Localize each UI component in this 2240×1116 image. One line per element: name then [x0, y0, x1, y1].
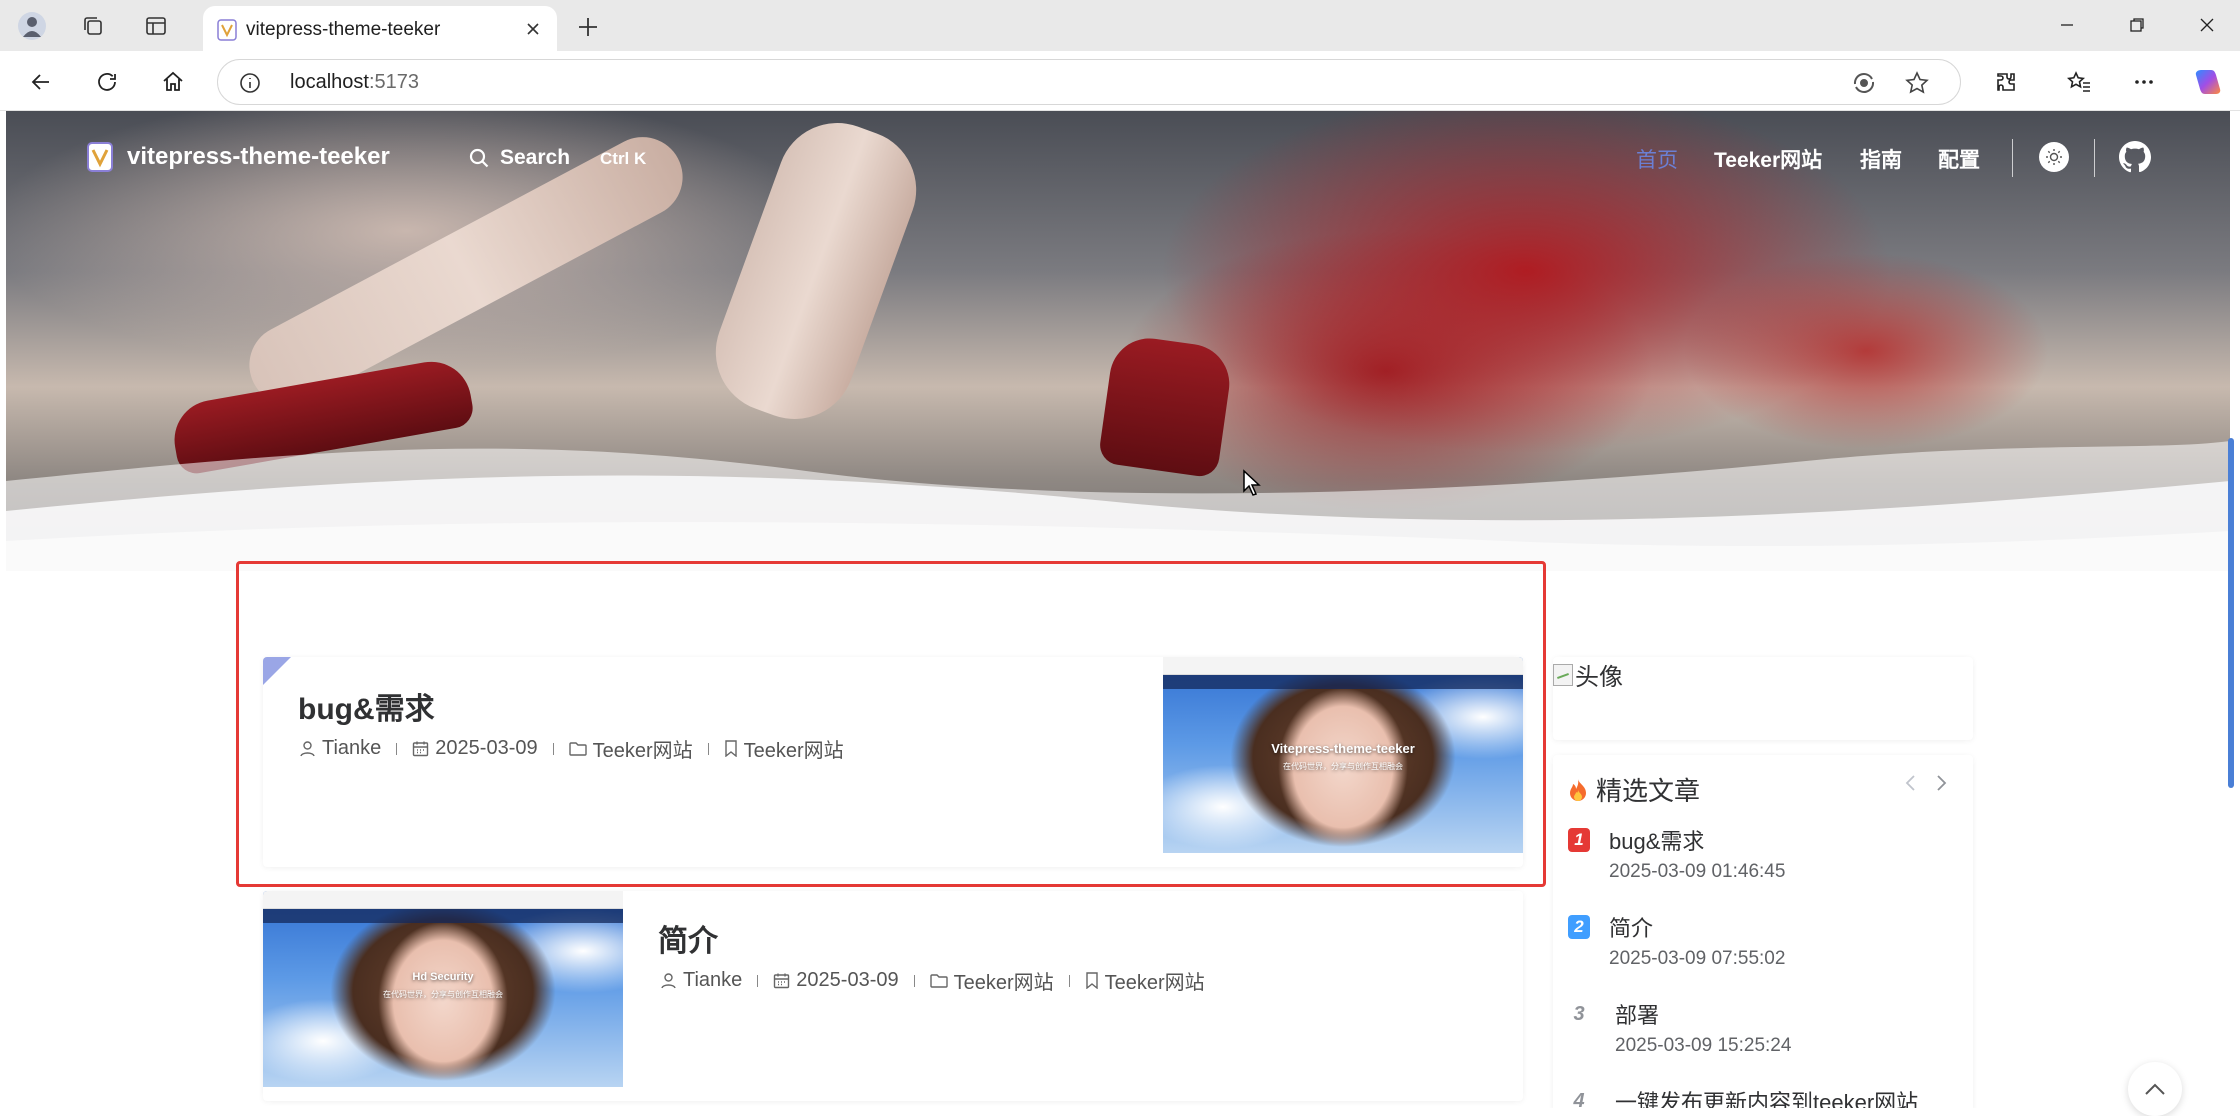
post-meta: Tianke 2025-03-09 Teeker网站 Teeker网站: [660, 966, 1205, 995]
nav-link-config[interactable]: 配置: [1938, 144, 1980, 174]
featured-item-date: 2025-03-09 01:46:45: [1609, 861, 1786, 882]
avatar: 头像: [1553, 657, 1623, 692]
highlight-box: [236, 561, 1546, 887]
close-window-button[interactable]: [2184, 8, 2230, 42]
address-port: :5173: [368, 71, 419, 93]
banner-wave: [6, 441, 2230, 571]
post-tag[interactable]: Teeker网站: [1085, 966, 1205, 995]
profile-avatar[interactable]: [15, 9, 49, 43]
featured-title: 精选文章: [1596, 776, 1701, 806]
cover-nav-strip: [263, 909, 623, 923]
more-menu-icon[interactable]: [2125, 63, 2163, 101]
nav-divider-2: [2094, 139, 2095, 177]
restore-button[interactable]: [2114, 8, 2160, 42]
rank-badge: 1: [1568, 828, 1590, 852]
refresh-button[interactable]: [88, 63, 126, 101]
search-button[interactable]: Search: [468, 146, 570, 170]
meta-separator: [1068, 974, 1070, 987]
featured-item-title[interactable]: 部署: [1615, 998, 1659, 1030]
post-category[interactable]: Teeker网站: [929, 966, 1054, 995]
post-cover-image[interactable]: Hd Security 在代码世界，分享与创作互相融会: [263, 891, 623, 1087]
featured-item-title[interactable]: 一键发布更新内容到teeker网站: [1615, 1085, 1918, 1108]
search-shortcut: Ctrl K: [600, 149, 647, 168]
tab-actions-icon[interactable]: [139, 9, 173, 43]
favorite-star-icon[interactable]: [1903, 69, 1931, 97]
github-icon[interactable]: [2119, 141, 2151, 173]
chevron-up-icon: [2145, 1083, 2165, 1095]
post-author[interactable]: Tianke: [660, 969, 742, 992]
new-tab-button[interactable]: [571, 10, 605, 44]
rank-badge: 2: [1568, 915, 1590, 939]
cover-subcaption: 在代码世界，分享与创作互相融会: [383, 990, 503, 999]
nav-link-home[interactable]: 首页: [1636, 144, 1678, 174]
user-icon: [661, 973, 676, 989]
edge-tracking-icon[interactable]: [1850, 69, 1878, 97]
site-title[interactable]: vitepress-theme-teeker: [127, 143, 390, 171]
back-button[interactable]: [22, 63, 60, 101]
page-scrollbar[interactable]: [2228, 438, 2234, 788]
nav-link-teeker[interactable]: Teeker网站: [1714, 144, 1822, 174]
theme-toggle-button[interactable]: [2039, 142, 2069, 172]
chevron-right-icon[interactable]: [1933, 773, 1949, 793]
bookmark-icon: [1085, 972, 1098, 989]
minimize-button[interactable]: [2044, 8, 2090, 42]
vitepress-favicon-icon: [217, 19, 237, 41]
browser-tab-bar: vitepress-theme-teeker: [0, 0, 2240, 51]
cover-caption: Hd Security: [412, 971, 474, 983]
post-title[interactable]: 简介: [658, 916, 718, 960]
meta-separator: [757, 974, 759, 987]
post-category-label: Teeker网站: [953, 972, 1054, 994]
nav-divider: [2012, 139, 2013, 177]
post-author-label: Tianke: [683, 969, 743, 991]
search-icon: [469, 148, 489, 168]
favorites-icon[interactable]: [2060, 63, 2098, 101]
chevron-left-icon[interactable]: [1903, 773, 1919, 793]
rank-badge: 4: [1573, 1089, 1585, 1109]
avatar-alt-text: 头像: [1575, 664, 1623, 691]
mouse-cursor-icon: [1243, 469, 1261, 496]
fire-icon: [1570, 778, 1586, 801]
home-button[interactable]: [154, 63, 192, 101]
post-date-label: 2025-03-09: [796, 969, 899, 991]
post-card[interactable]: Hd Security 在代码世界，分享与创作互相融会 简介 Tianke 20…: [263, 891, 1523, 1101]
search-label: Search: [500, 146, 571, 169]
featured-pager: [1903, 773, 1949, 793]
folder-icon: [929, 973, 948, 988]
address-text: localhost:5173: [290, 71, 419, 94]
address-bar[interactable]: localhost:5173: [217, 59, 1961, 105]
featured-header: 精选文章: [1568, 771, 1700, 808]
featured-item-title[interactable]: 简介: [1609, 911, 1653, 943]
tab-active[interactable]: vitepress-theme-teeker: [203, 6, 557, 51]
extensions-icon[interactable]: [1987, 63, 2025, 101]
cover-browser-bar: [263, 891, 623, 909]
close-icon[interactable]: [519, 15, 547, 43]
site-info-icon[interactable]: [238, 71, 262, 95]
address-host: localhost: [290, 71, 369, 93]
calendar-icon: [774, 973, 790, 989]
featured-item-date: 2025-03-09 15:25:24: [1615, 1035, 1792, 1056]
meta-separator: [913, 974, 915, 987]
collections-icon[interactable]: [76, 9, 110, 43]
page-viewport: vitepress-theme-teeker Search Ctrl K 首页 …: [0, 111, 2240, 1108]
rank-badge: 3: [1573, 1002, 1585, 1025]
tab-title: vitepress-theme-teeker: [246, 19, 441, 40]
copilot-icon[interactable]: [2189, 63, 2227, 101]
post-tag-label: Teeker网站: [1104, 972, 1205, 994]
broken-image-icon: [1553, 663, 1573, 686]
browser-toolbar: localhost:5173: [0, 51, 2240, 111]
sun-icon: [2046, 149, 2062, 165]
post-date: 2025-03-09: [773, 969, 899, 992]
site-logo-icon[interactable]: [87, 142, 113, 172]
featured-item-title[interactable]: bug&需求: [1609, 824, 1704, 856]
featured-item-date: 2025-03-09 07:55:02: [1609, 948, 1786, 969]
nav-link-guide[interactable]: 指南: [1860, 144, 1902, 174]
site-navbar: vitepress-theme-teeker Search Ctrl K 首页 …: [0, 111, 2240, 203]
